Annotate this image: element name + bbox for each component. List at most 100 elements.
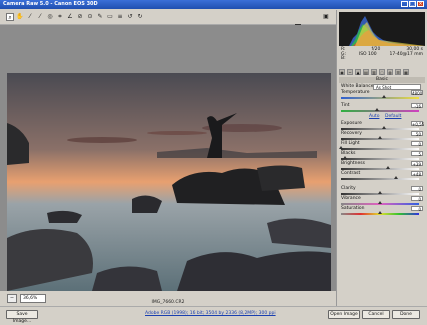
minimize-icon[interactable]: _ bbox=[401, 1, 408, 7]
slider-value-field[interactable]: 0 bbox=[411, 186, 423, 192]
slider-track[interactable] bbox=[339, 146, 419, 150]
lens-tab-icon[interactable]: ◌ bbox=[379, 69, 385, 75]
slider-value-field[interactable]: 0 bbox=[411, 196, 423, 202]
zoom-icon[interactable]: ⌕ bbox=[6, 13, 14, 21]
snapshots-tab-icon[interactable]: ▦ bbox=[403, 69, 409, 75]
tone-curve-tab-icon[interactable]: ∽ bbox=[347, 69, 353, 75]
color-sampler-icon[interactable]: ⁄ bbox=[36, 13, 44, 21]
image-filename: IMG_7660.CR2 bbox=[151, 300, 185, 305]
slider-track[interactable] bbox=[341, 136, 419, 140]
slider-row-fill-light: Fill Light 0 bbox=[341, 141, 423, 147]
slider-track[interactable] bbox=[341, 95, 419, 99]
fullscreen-icon[interactable]: ▣ bbox=[322, 13, 330, 21]
slider-label: Vibrance bbox=[341, 196, 361, 201]
slider-row-brightness: Brightness +39 bbox=[341, 161, 423, 167]
hand-icon[interactable]: ✋ bbox=[16, 13, 24, 21]
slider-row-blacks: Blacks 5 bbox=[341, 151, 423, 157]
camera-cal-tab-icon[interactable]: ◍ bbox=[387, 69, 393, 75]
slider-thumb[interactable] bbox=[393, 176, 398, 179]
exif-readout: R: f/20 30,00 s G: ISO 100 17-40@17 mm B: bbox=[341, 47, 423, 61]
slider-label: Recovery bbox=[341, 131, 362, 136]
slider-track[interactable] bbox=[341, 201, 419, 205]
slider-label: Exposure bbox=[341, 121, 362, 126]
maximize-icon[interactable]: □ bbox=[409, 1, 416, 7]
presets-tab-icon[interactable]: ☰ bbox=[395, 69, 401, 75]
adjustment-brush-icon[interactable]: ✎ bbox=[96, 13, 104, 21]
slider-thumb[interactable] bbox=[378, 136, 382, 139]
slider-value-field[interactable]: 0 bbox=[411, 206, 423, 212]
slider-label: Temperature bbox=[341, 90, 370, 95]
slider-thumb[interactable] bbox=[378, 211, 382, 214]
slider-thumb[interactable] bbox=[339, 146, 343, 149]
image-bottom-bar: − 36,6% IMG_7660.CR2 bbox=[0, 291, 336, 306]
window-title: Camera Raw 5.0 - Canon EOS 30D bbox=[3, 1, 98, 7]
white-balance-icon[interactable]: ⁄ bbox=[26, 13, 34, 21]
slider-row-vibrance: Vibrance 0 bbox=[341, 196, 423, 202]
straighten-icon[interactable]: ∠ bbox=[66, 13, 74, 21]
slider-value-field[interactable]: +39 bbox=[411, 161, 423, 167]
slider-thumb[interactable] bbox=[378, 191, 382, 194]
rotate-cw-icon[interactable]: ↻ bbox=[136, 13, 144, 21]
slider-track[interactable] bbox=[341, 156, 419, 160]
slider-thumb[interactable] bbox=[378, 201, 382, 204]
slider-thumb[interactable] bbox=[374, 108, 379, 111]
save-image-button[interactable]: Save Image... bbox=[6, 310, 38, 324]
slider-value-field[interactable]: 0 bbox=[411, 141, 423, 147]
slider-label: Saturation bbox=[341, 206, 365, 211]
photo-preview bbox=[7, 73, 331, 291]
slider-track[interactable] bbox=[341, 126, 419, 130]
preferences-icon[interactable]: ≡ bbox=[116, 13, 124, 21]
slider-track[interactable] bbox=[341, 176, 419, 180]
detail-tab-icon[interactable]: ▲ bbox=[355, 69, 361, 75]
slider-thumb[interactable] bbox=[385, 166, 390, 169]
panel-tabs: ◉ ∽ ▲ ▤ ▥ ◌ ◍ ☰ ▦ bbox=[339, 68, 425, 76]
slider-value-field[interactable]: +0,55 bbox=[411, 121, 424, 127]
slider-label: Clarity bbox=[341, 186, 356, 191]
slider-value-field[interactable]: 5 bbox=[411, 151, 423, 157]
right-panel: R: f/20 30,00 s G: ISO 100 17-40@17 mm B: ◉ … bbox=[336, 10, 427, 306]
cancel-button[interactable]: Cancel bbox=[362, 310, 390, 319]
split-tone-tab-icon[interactable]: ▥ bbox=[371, 69, 377, 75]
slider-track[interactable] bbox=[341, 108, 419, 112]
default-link[interactable]: Default bbox=[385, 114, 401, 119]
slider-thumb[interactable] bbox=[381, 95, 386, 98]
slider-value-field[interactable]: 4800 bbox=[411, 90, 423, 96]
slider-row-saturation: Saturation 0 bbox=[341, 206, 423, 212]
red-eye-icon[interactable]: ⊙ bbox=[86, 13, 94, 21]
graduated-filter-icon[interactable]: ▭ bbox=[106, 13, 114, 21]
title-bar: Camera Raw 5.0 - Canon EOS 30D _ □ × bbox=[0, 0, 427, 9]
slider-track[interactable] bbox=[341, 166, 419, 170]
slider-value-field[interactable]: +48 bbox=[411, 171, 423, 177]
open-image-button[interactable]: Open Image bbox=[328, 310, 360, 319]
slider-thumb[interactable] bbox=[342, 156, 347, 159]
basic-tab-icon[interactable]: ◉ bbox=[339, 69, 345, 75]
auto-link[interactable]: Auto bbox=[369, 114, 379, 119]
footer: Save Image... Adobe RGB (1998); 16 bit; … bbox=[0, 306, 427, 324]
hsl-tab-icon[interactable]: ▤ bbox=[363, 69, 369, 75]
target-adjust-icon[interactable]: ◎ bbox=[46, 13, 54, 21]
slider-row-contrast: Contrast +48 bbox=[341, 171, 423, 177]
spot-removal-icon[interactable]: ⊘ bbox=[76, 13, 84, 21]
slider-track[interactable] bbox=[341, 191, 419, 195]
slider-value-field[interactable]: 50 bbox=[411, 131, 423, 137]
slider-row-clarity: Clarity 0 bbox=[341, 186, 423, 192]
close-icon[interactable]: × bbox=[417, 1, 424, 7]
slider-row-tint: Tint -16 bbox=[341, 103, 423, 109]
histogram bbox=[339, 12, 425, 46]
slider-label: Fill Light bbox=[341, 141, 360, 146]
image-area bbox=[0, 25, 336, 291]
toolbar: ⌕ ✋ ⁄ ⁄ ◎ ⌗ ∠ ⊘ ⊙ ✎ ▭ ≡ ↺ ↻ Preview ▣ bbox=[0, 10, 336, 31]
slider-value-field[interactable]: -16 bbox=[411, 103, 423, 109]
slider-track[interactable] bbox=[341, 211, 419, 215]
slider-thumb[interactable] bbox=[381, 126, 386, 129]
slider-label: Contrast bbox=[341, 171, 361, 176]
slider-label: Brightness bbox=[341, 161, 365, 166]
done-button[interactable]: Done bbox=[392, 310, 420, 319]
crop-icon[interactable]: ⌗ bbox=[56, 13, 64, 21]
slider-row-recovery: Recovery 50 bbox=[341, 131, 423, 137]
white-balance-row: White Balance: As Shot bbox=[341, 84, 423, 90]
slider-label: Tint bbox=[341, 103, 350, 108]
rotate-ccw-icon[interactable]: ↺ bbox=[126, 13, 134, 21]
panel-title: Basic bbox=[339, 77, 425, 83]
workflow-options-link[interactable]: Adobe RGB (1998); 16 bit; 3504 by 2336 (… bbox=[145, 311, 276, 316]
